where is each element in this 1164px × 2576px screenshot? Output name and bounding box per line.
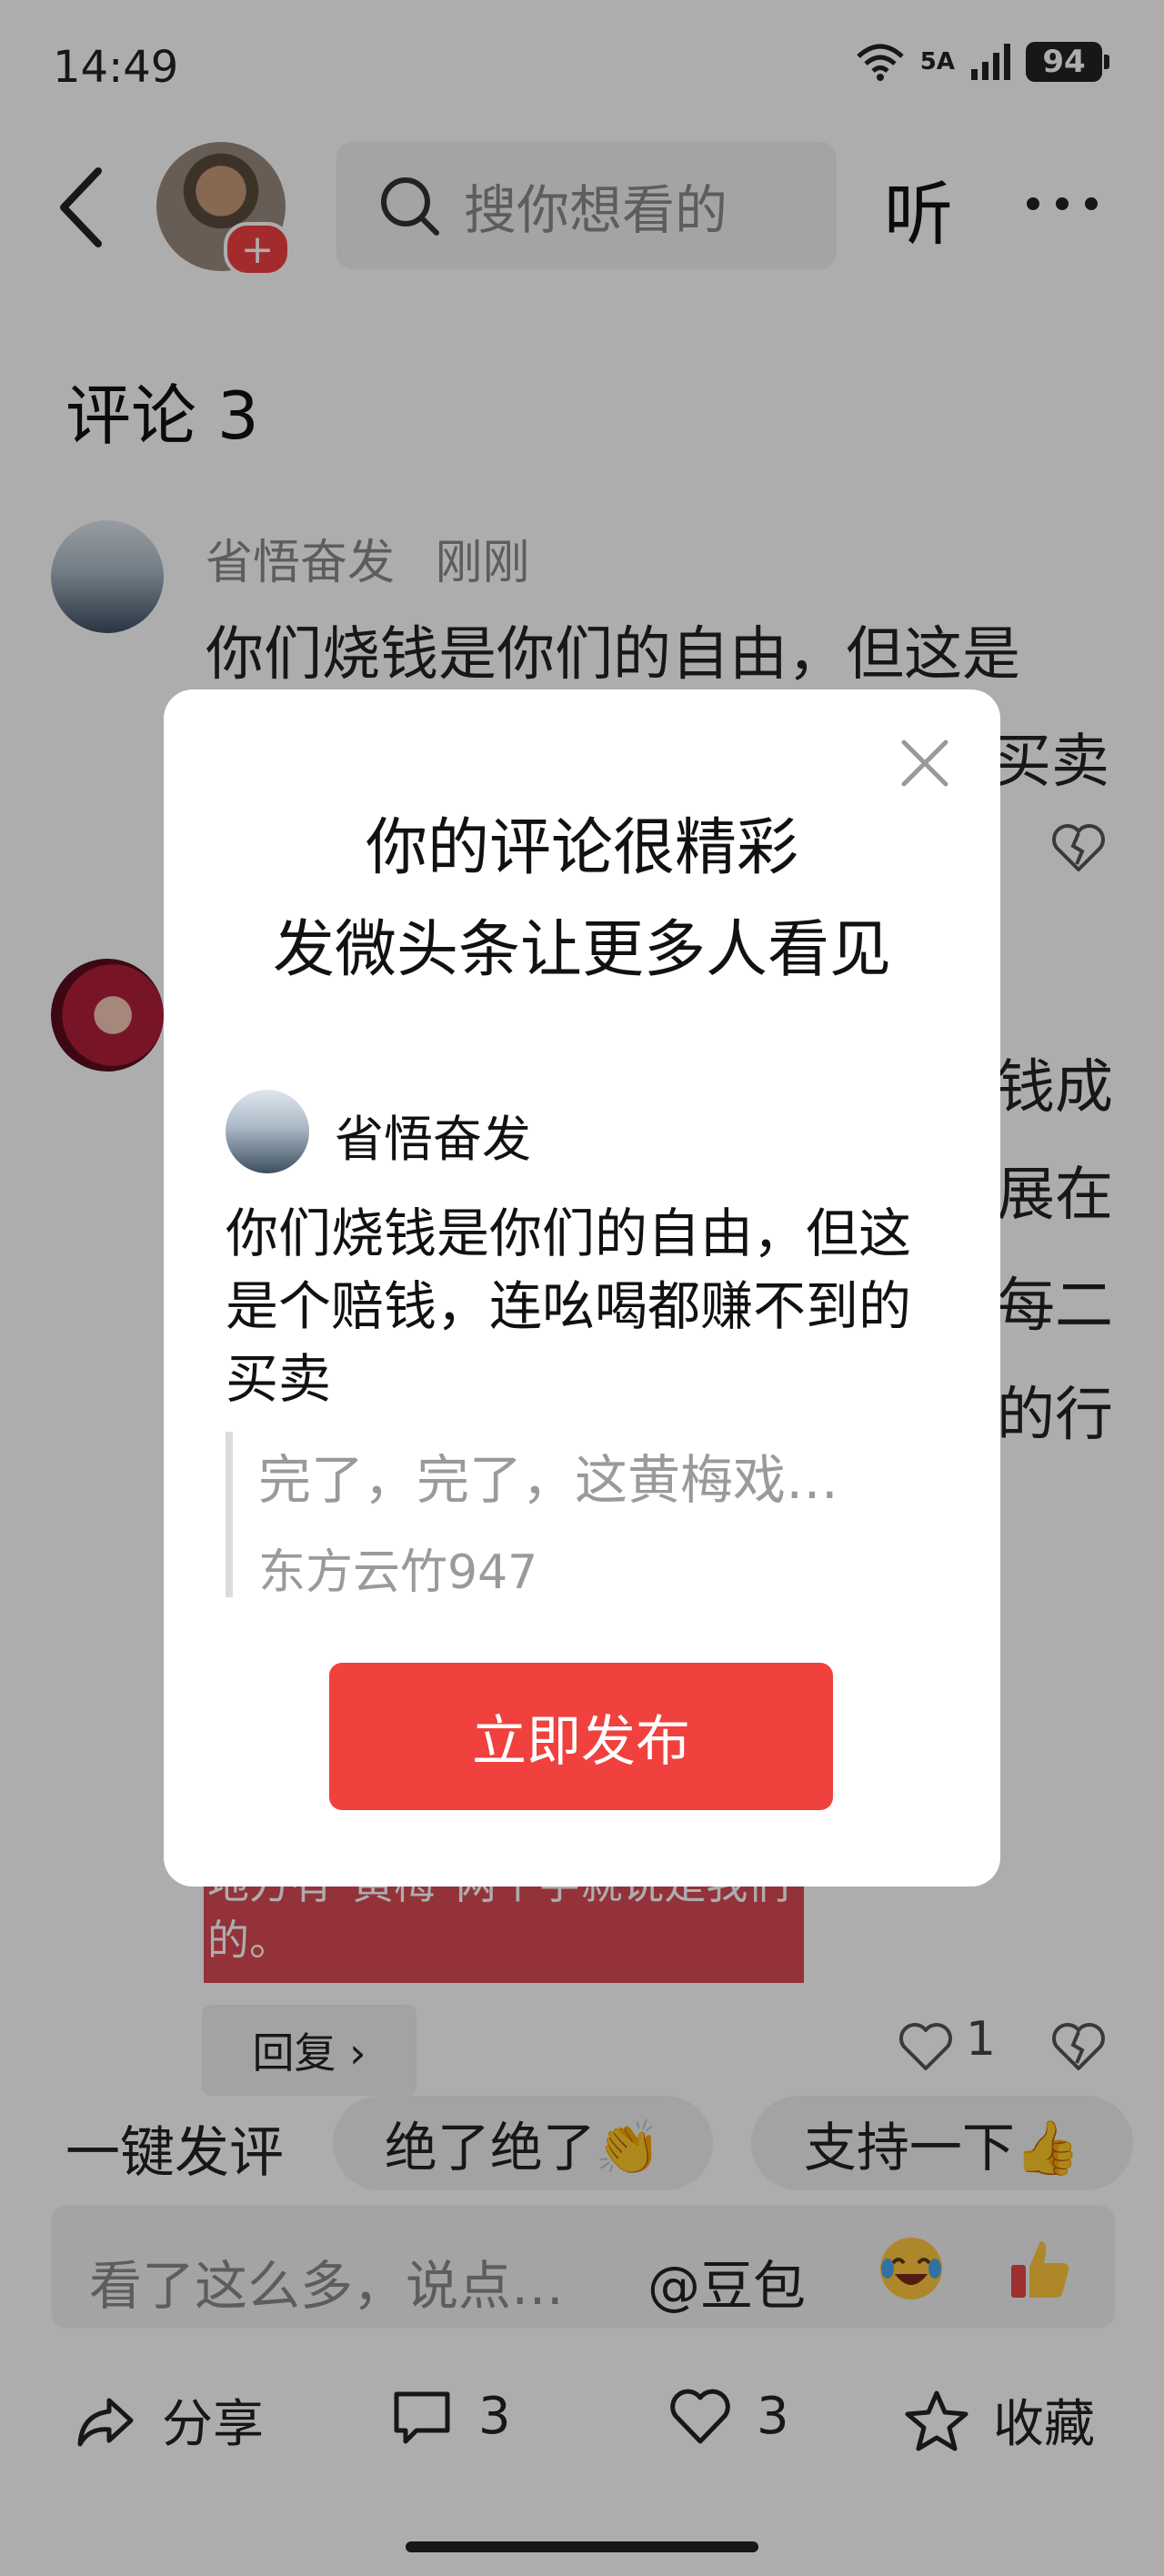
close-icon[interactable] [898, 737, 951, 790]
dialog-avatar [226, 1090, 309, 1173]
dialog-comment-text: 你们烧钱是你们的自由，但这是个赔钱，连吆喝都赚不到的买卖 [226, 1202, 912, 1410]
publish-now-button[interactable]: 立即发布 [329, 1663, 833, 1810]
quote-user: 东方云竹947 [258, 1545, 538, 1600]
quote-bar [226, 1432, 233, 1597]
dialog-title: 你的评论很精彩 [365, 812, 798, 884]
dialog-username: 省悟奋发 [335, 1111, 531, 1168]
dialog-subtitle: 发微头条让更多人看见 [272, 914, 891, 986]
quote-text: 完了，完了，这黄梅戏… [258, 1449, 839, 1511]
